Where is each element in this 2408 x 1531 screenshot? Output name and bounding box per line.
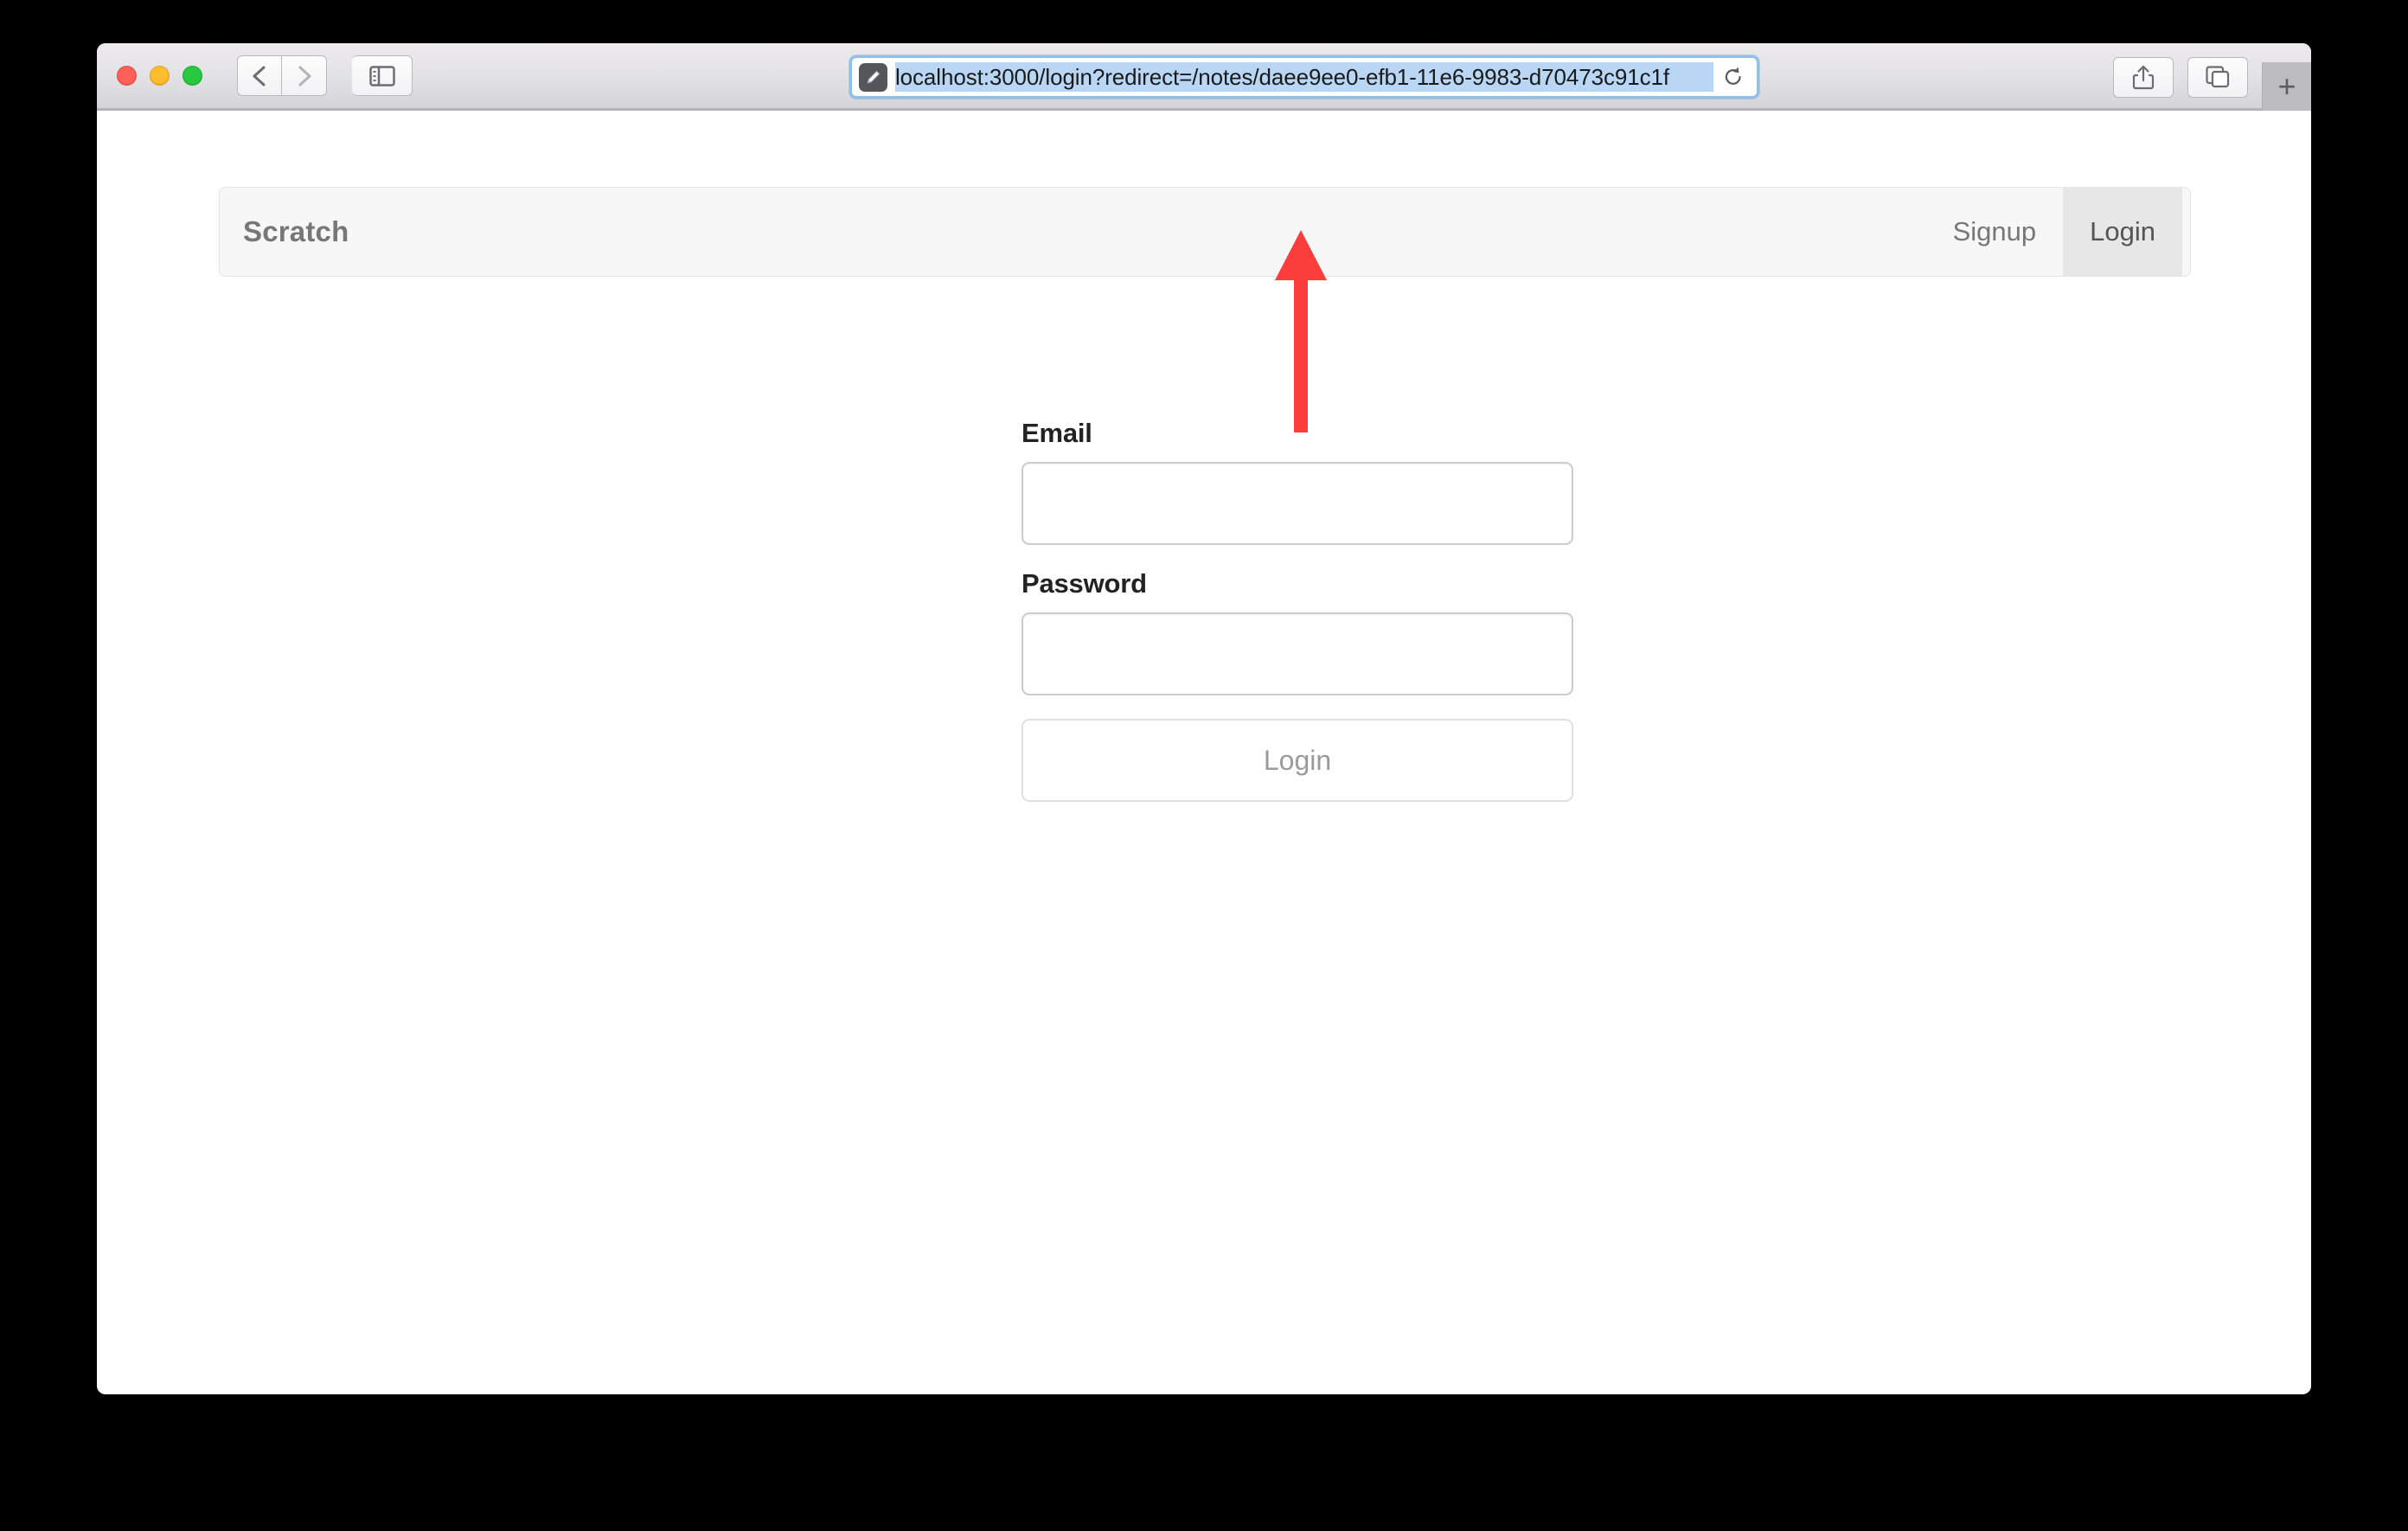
email-input[interactable] <box>1021 462 1573 545</box>
email-field-group: Email <box>1021 418 1573 545</box>
minimize-button[interactable] <box>150 66 170 86</box>
nav-link-signup[interactable]: Signup <box>1926 188 2064 276</box>
page-content: Scratch Signup Login Email Password Logi… <box>97 111 2311 1392</box>
zoom-button[interactable] <box>183 66 202 86</box>
password-label: Password <box>1021 568 1147 599</box>
chevron-left-icon <box>251 65 268 87</box>
sidebar-button-group <box>352 55 413 96</box>
window-controls <box>117 66 202 86</box>
reload-icon[interactable] <box>1719 62 1748 92</box>
password-input[interactable] <box>1021 612 1573 695</box>
address-bar[interactable]: localhost:3000/login?redirect=/notes/dae… <box>849 55 1759 99</box>
back-button[interactable] <box>237 55 282 96</box>
login-submit-button[interactable]: Login <box>1021 719 1573 802</box>
close-button[interactable] <box>117 66 137 86</box>
login-form: Email Password Login <box>1021 418 1573 802</box>
share-button[interactable] <box>2113 56 2174 98</box>
forward-button[interactable] <box>282 55 327 96</box>
browser-window: localhost:3000/login?redirect=/notes/dae… <box>97 43 2311 1394</box>
new-tab-button[interactable]: + <box>2262 62 2311 111</box>
show-sidebar-button[interactable] <box>352 55 413 96</box>
nav-link-login[interactable]: Login <box>2063 188 2182 276</box>
password-field-group: Password <box>1021 568 1573 695</box>
email-label: Email <box>1021 418 1092 448</box>
plus-icon: + <box>2277 68 2296 104</box>
browser-toolbar: localhost:3000/login?redirect=/notes/dae… <box>97 43 2311 111</box>
nav-links: Signup Login <box>1926 188 2182 276</box>
chevron-right-icon <box>296 65 313 87</box>
toolbar-right-group: + <box>2113 43 2311 111</box>
pencil-icon <box>859 62 887 92</box>
navigation-buttons <box>237 55 327 96</box>
site-navbar: Scratch Signup Login <box>219 187 2191 277</box>
url-text[interactable]: localhost:3000/login?redirect=/notes/dae… <box>895 62 1713 92</box>
sidebar-icon <box>368 65 395 86</box>
page-title[interactable]: Scratch <box>243 215 349 248</box>
share-icon <box>2132 64 2155 90</box>
tab-overview-button[interactable] <box>2187 56 2248 98</box>
copy-tabs-icon <box>2205 65 2231 89</box>
